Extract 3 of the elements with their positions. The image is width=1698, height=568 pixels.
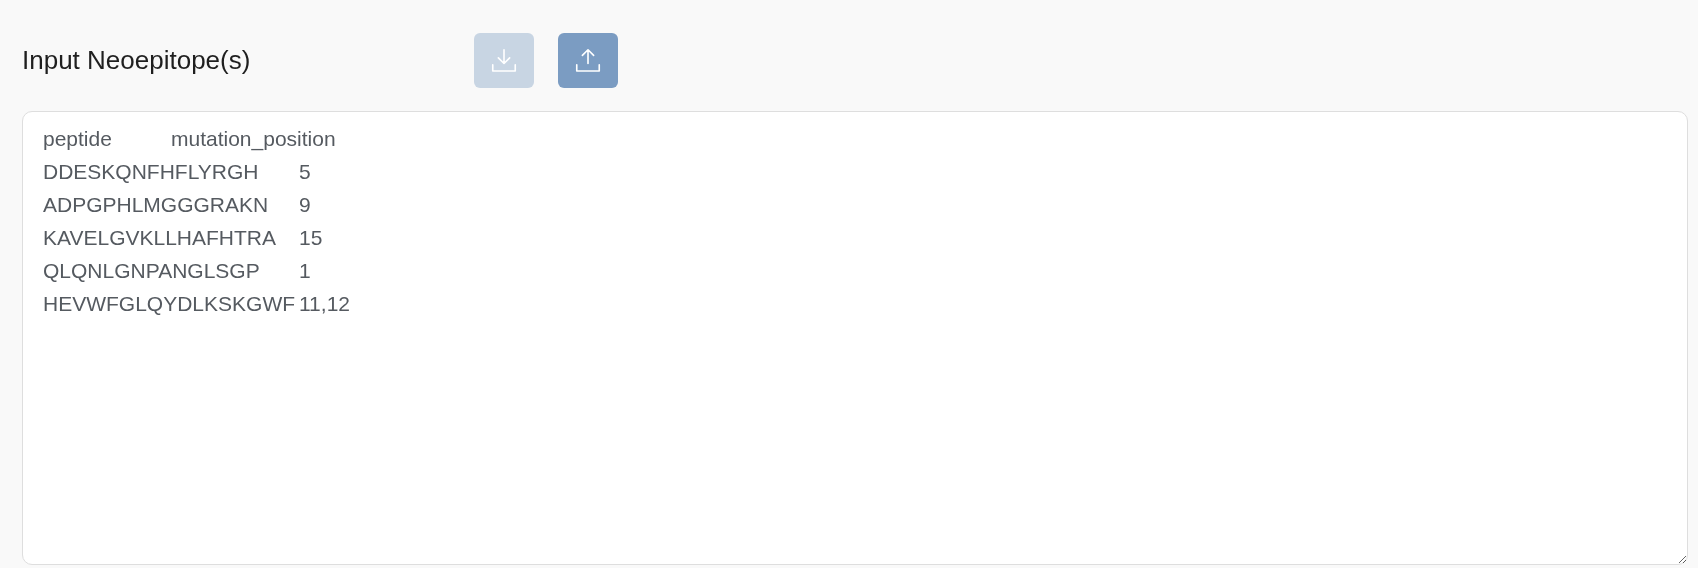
input-field[interactable]: peptide mutation_position DDESKQNFHFLYRGH 5 ADPGPHLMGGGRAKN 9 KAVELGVKLLHAFHTRA 15 QLQNLGNPANGLSGP 1 HEVWFGLQYDLKSKGWF 11,12: [22, 111, 1688, 565]
page-title: Input Neoepitope(s): [22, 44, 252, 77]
upload-button[interactable]: [558, 33, 618, 88]
